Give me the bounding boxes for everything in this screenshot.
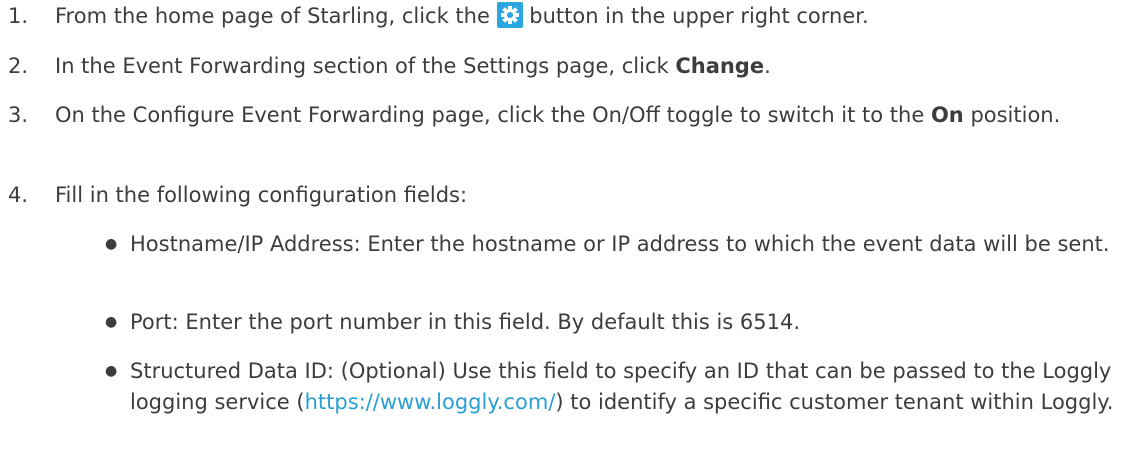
change-label: Change [675,54,765,78]
step-text: From the home page of Starling, click th… [55,4,497,28]
bullet-text: ) to identify a specific customer tenant… [555,390,1114,414]
step-text: position. [963,103,1061,127]
instruction-document: 1. From the home page of Starling, click… [0,0,1148,465]
step-number: 3. [8,103,29,127]
bullet-icon: ● [105,236,118,252]
step-text: In the Event Forwarding section of the S… [55,54,676,78]
list-item: ● Structured Data ID: (Optional) Use thi… [103,356,1143,418]
step-text: Fill in the following configuration fiel… [55,183,468,207]
step-3: 3. On the Configure Event Forwarding pag… [0,100,1140,131]
on-label: On [930,103,964,127]
step-4: 4. Fill in the following configuration f… [0,180,1140,211]
step-text: On the Configure Event Forwarding page, … [55,103,931,127]
bullet-icon: ● [105,363,118,379]
step-number: 4. [8,183,29,207]
step-1: 1. From the home page of Starling, click… [0,1,1140,32]
step-text: button in the upper right corner. [522,4,869,28]
list-item: ● Port: Enter the port number in this fi… [103,307,1143,338]
step-2: 2. In the Event Forwarding section of th… [0,51,1140,82]
bullet-icon: ● [105,314,118,330]
loggly-link[interactable]: https://www.loggly.com/ [305,390,556,414]
step-number: 2. [8,54,29,78]
list-item: ● Hostname/IP Address: Enter the hostnam… [103,229,1143,260]
bullet-text: Port: Enter the port number in this fiel… [130,310,801,334]
gear-icon [496,2,523,28]
step-number: 1. [8,4,29,28]
bullet-text: Hostname/IP Address: Enter the hostname … [130,232,1110,256]
step-text: . [764,54,771,78]
